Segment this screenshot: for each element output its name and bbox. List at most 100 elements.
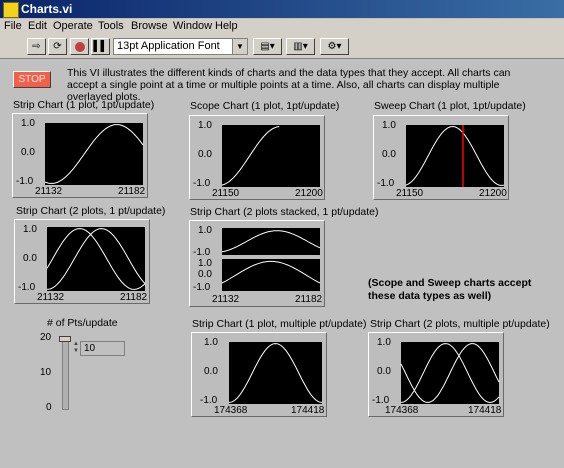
y-tick: -1.0 [16, 176, 34, 187]
y-tick: 1.0 [377, 337, 391, 348]
slider-tick: 10 [40, 367, 52, 378]
chart-title: Sweep Chart (1 plot, 1pt/update) [374, 100, 526, 112]
strip-chart-1: 1.0 0.0 -1.0 21132 21182 [12, 113, 148, 198]
y-tick: 0.0 [198, 269, 212, 280]
plot-area-bottom [221, 259, 321, 291]
pause-icon[interactable]: ▌▌ [91, 38, 110, 55]
y-tick: -1.0 [377, 178, 395, 189]
y-tick: 0.0 [377, 366, 391, 377]
slider-tick: 20 [40, 332, 52, 343]
plot-trace [405, 126, 505, 186]
note-text: (Scope and Sweep charts accept these dat… [368, 277, 532, 302]
chart-title: Scope Chart (1 plot, 1pt/update) [190, 100, 340, 112]
distribute-icon[interactable]: ▥▾ [286, 38, 315, 55]
plot-trace [44, 124, 144, 184]
slider-tick: 0 [46, 402, 52, 413]
plot-area [46, 227, 146, 291]
chart-title: Strip Chart (1 plot, multiple pt/update) [192, 318, 367, 330]
x-tick-min: 174368 [385, 405, 419, 416]
y-tick: 1.0 [382, 120, 396, 131]
stop-button[interactable]: STOP [13, 71, 51, 88]
y-tick: 1.0 [23, 224, 37, 235]
menu-file[interactable]: File [4, 20, 22, 32]
font-select-value: 13pt Application Font [117, 40, 220, 52]
chart-title: Strip Chart (2 plots, 1 pt/update) [16, 205, 166, 217]
strip-chart-multi-pt: 1.0 0.0 -1.0 174368 174418 [191, 332, 327, 417]
y-tick: 0.0 [23, 253, 37, 264]
y-tick: 0.0 [204, 366, 218, 377]
y-tick: 1.0 [204, 337, 218, 348]
waveform-plot [221, 230, 321, 253]
y-tick: 1.0 [198, 225, 212, 236]
reorder-icon[interactable]: ⚙▾ [320, 38, 349, 55]
menu-browse[interactable]: Browse [131, 20, 168, 32]
align-icon[interactable]: ▤▾ [253, 38, 282, 55]
x-tick-max: 21182 [118, 186, 146, 197]
x-tick-min: 21150 [212, 188, 240, 199]
font-select[interactable]: 13pt Application Font ▼ [113, 38, 248, 55]
plot-trace [228, 343, 323, 403]
waveform-plot [228, 343, 323, 403]
plot-trace [46, 228, 146, 290]
y-tick: 0.0 [382, 149, 396, 160]
plot-trace [221, 230, 321, 253]
y-tick: -1.0 [18, 282, 36, 293]
x-tick-max: 174418 [468, 405, 502, 416]
x-tick-max: 21200 [295, 188, 323, 199]
menu-operate[interactable]: Operate [53, 20, 93, 32]
pts-slider-track[interactable] [62, 336, 69, 410]
plot-trace [221, 126, 280, 186]
run-continuous-icon[interactable]: ⟳ [48, 38, 67, 55]
abort-icon[interactable] [70, 38, 89, 55]
menu-tools[interactable]: Tools [98, 20, 124, 32]
y-tick: -1.0 [193, 178, 211, 189]
x-tick-max: 21182 [120, 292, 148, 303]
increment-decrement-icon[interactable]: ▲ ▼ [73, 341, 79, 355]
plot-area [228, 342, 323, 404]
y-tick: 1.0 [198, 120, 212, 131]
waveform-plot [400, 343, 500, 403]
y-tick: 1.0 [198, 258, 212, 269]
x-tick-max: 174418 [291, 405, 325, 416]
waveform-plot [405, 125, 505, 187]
pts-slider-thumb[interactable] [59, 336, 71, 342]
scope-chart-1: 1.0 0.0 -1.0 21150 21200 [189, 115, 325, 200]
plot-area-top [221, 228, 321, 255]
y-tick: 1.0 [21, 118, 35, 129]
plot-area [44, 123, 144, 185]
strip-chart-stacked: 1.0 -1.0 1.0 0.0 -1.0 21132 21182 [189, 220, 325, 307]
title-bar: Charts.vi [0, 0, 564, 18]
window-title: Charts.vi [21, 2, 73, 16]
x-tick-min: 21132 [35, 186, 63, 197]
pts-label: # of Pts/update [47, 317, 118, 329]
y-tick: 0.0 [21, 147, 35, 158]
description-text: This VI illustrates the different kinds … [67, 67, 511, 103]
run-arrow-icon[interactable]: ⇨ [27, 38, 46, 55]
waveform-plot [44, 124, 144, 184]
x-tick-min: 21150 [396, 188, 424, 199]
x-tick-min: 21132 [212, 294, 240, 305]
plot-trace [400, 343, 500, 403]
x-tick-min: 174368 [214, 405, 248, 416]
plot-trace [46, 228, 146, 290]
menu-edit[interactable]: Edit [28, 20, 47, 32]
menu-bar: File Edit Operate Tools Browse Window He… [0, 19, 564, 36]
y-tick: -1.0 [193, 247, 211, 258]
waveform-plot [221, 260, 321, 284]
plot-area [221, 125, 320, 187]
y-tick: -1.0 [193, 282, 211, 293]
pts-numeric-input[interactable]: 10 [80, 341, 125, 356]
plot-trace [221, 260, 321, 284]
menu-help[interactable]: Help [215, 20, 238, 32]
menu-window[interactable]: Window [173, 20, 212, 32]
waveform-plot [221, 126, 280, 186]
chart-title: Strip Chart (1 plot, 1pt/update) [13, 99, 155, 111]
chart-title: Strip Chart (2 plots stacked, 1 pt/updat… [190, 206, 379, 218]
plot-area [405, 125, 505, 187]
chevron-down-icon: ▼ [232, 39, 247, 54]
strip-chart-2-plots-multi: 1.0 0.0 -1.0 174368 174418 [368, 332, 504, 417]
sweep-chart-1: 1.0 0.0 -1.0 21150 21200 [373, 115, 509, 200]
x-tick-max: 21200 [479, 188, 507, 199]
vi-icon [3, 2, 19, 18]
strip-chart-2-plots: 1.0 0.0 -1.0 21132 21182 [14, 219, 150, 304]
